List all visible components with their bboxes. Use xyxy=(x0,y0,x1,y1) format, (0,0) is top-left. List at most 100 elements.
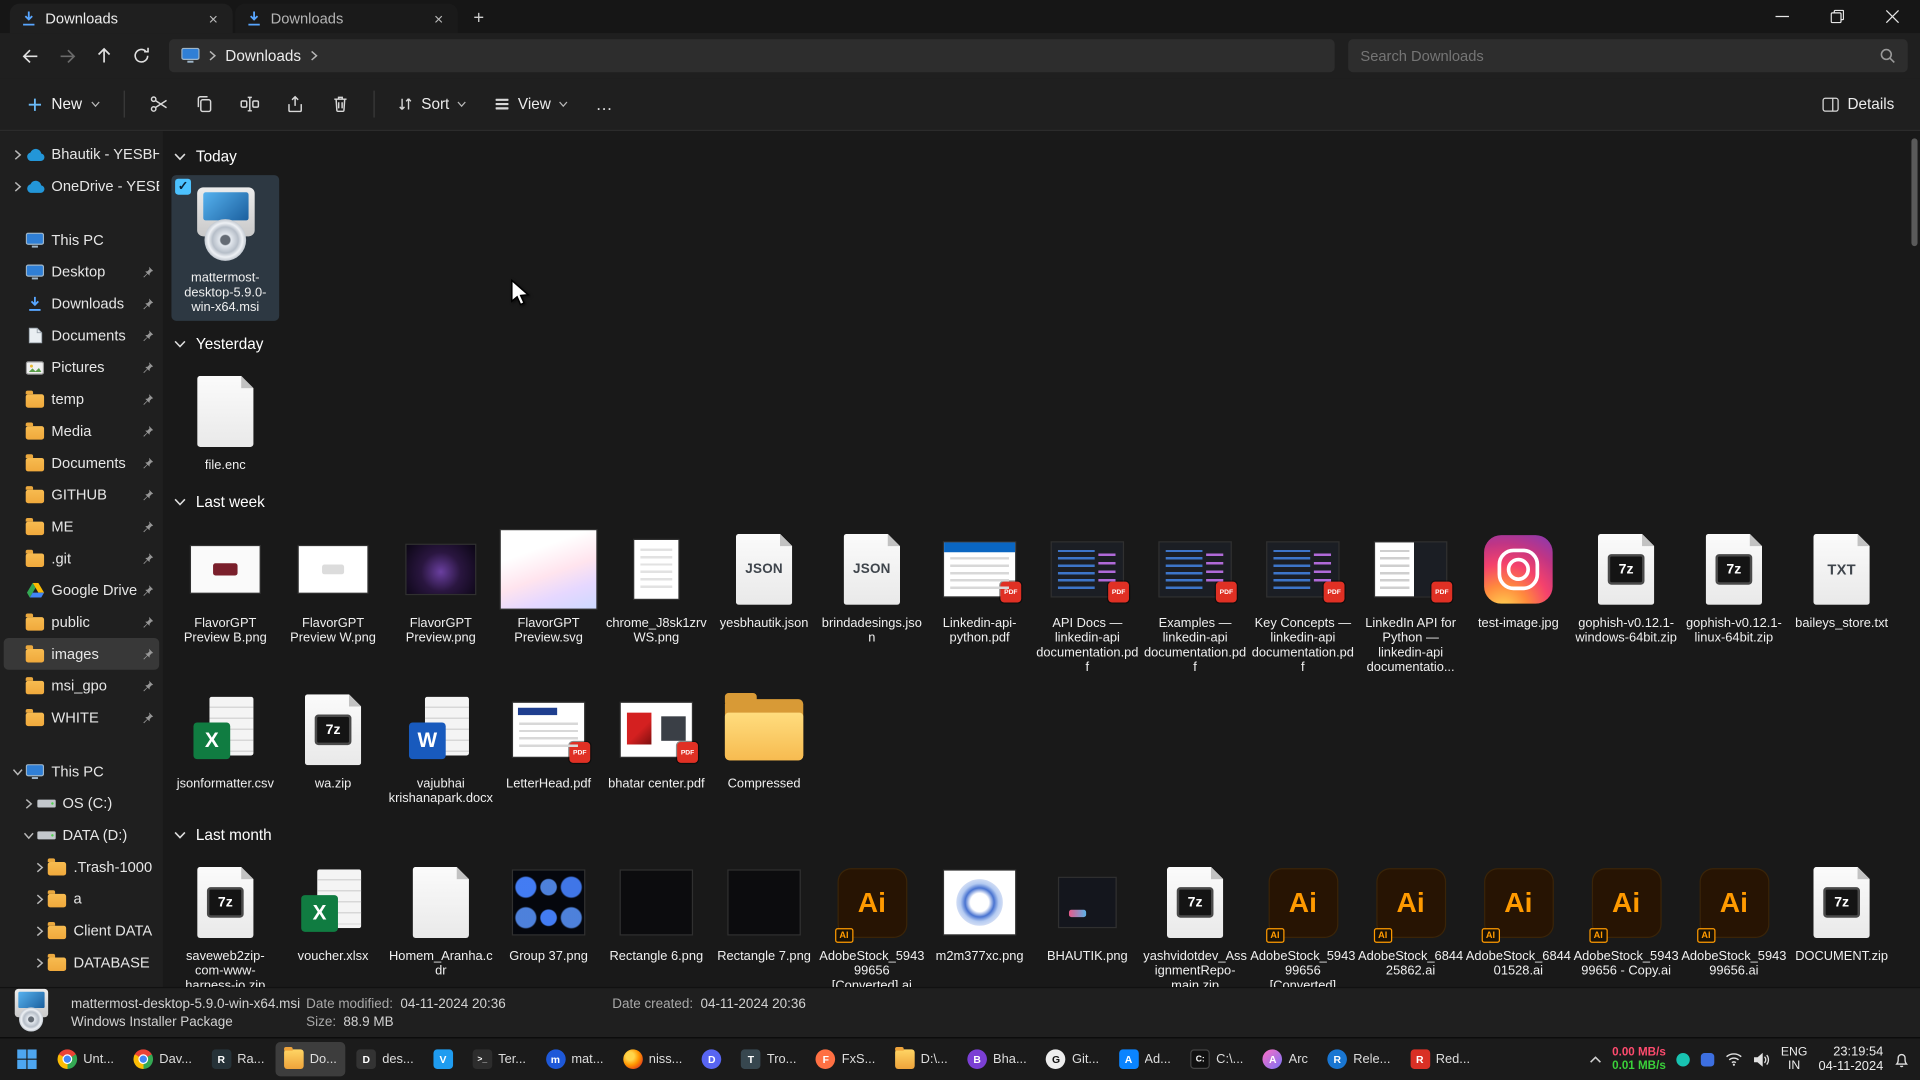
file-item-vajubhai-krishanapark-docx[interactable]: Wvajubhai krishanapark.docx xyxy=(387,681,495,812)
chevron-right-icon[interactable] xyxy=(32,893,47,904)
file-item-adobestock-594399656-copy-ai[interactable]: AiAIAdobeStock_594399656 - Copy.ai xyxy=(1572,853,1680,984)
file-item-api-docs-linkedin-api-documentation-pdf[interactable]: PDFAPI Docs — linkedin-api documentation… xyxy=(1033,520,1141,680)
sidebar-item-public[interactable]: public xyxy=(4,606,160,638)
sidebar-item-pictures[interactable]: Pictures xyxy=(4,351,160,383)
file-item-test-image-jpg[interactable]: test-image.jpg xyxy=(1464,520,1572,636)
taskbar-item-unt[interactable]: Unt... xyxy=(49,1042,123,1076)
file-item-baileys-store-txt[interactable]: TXTbaileys_store.txt xyxy=(1788,520,1896,636)
chevron-right-icon[interactable] xyxy=(32,925,47,936)
clock[interactable]: 23:19:54 04-11-2024 xyxy=(1818,1044,1883,1075)
sidebar-item-bhautik-yesbh[interactable]: Bhautik - YESBH xyxy=(4,138,160,170)
search-input[interactable] xyxy=(1360,47,1879,64)
hidden-icons-chevron-icon[interactable] xyxy=(1589,1055,1601,1064)
file-item-mattermost-desktop-5-9-0-win-x64-msi[interactable]: ✓mattermost-desktop-5.9.0-win-x64.msi xyxy=(171,175,279,321)
file-item-flavorgpt-preview-png[interactable]: FlavorGPT Preview.png xyxy=(387,520,495,651)
file-item-voucher-xlsx[interactable]: Xvoucher.xlsx xyxy=(279,853,387,969)
sidebar-item-media[interactable]: Media xyxy=(4,415,160,447)
group-header-last-month[interactable]: Last month xyxy=(174,823,1908,847)
file-item-compressed[interactable]: Compressed xyxy=(710,681,818,797)
file-item-flavorgpt-preview-w-png[interactable]: FlavorGPT Preview W.png xyxy=(279,520,387,651)
sidebar-item-me[interactable]: ME xyxy=(4,511,160,543)
new-button[interactable]: New xyxy=(15,88,113,120)
file-item-homem-aranha-cdr[interactable]: Homem_Aranha.cdr xyxy=(387,853,495,984)
taskbar-item-bha[interactable]: BBha... xyxy=(959,1042,1035,1076)
chevron-right-icon[interactable] xyxy=(32,957,47,968)
file-item-adobestock-594399656-converted-ai[interactable]: AiAIAdobeStock_594399656 [Converted].ai xyxy=(818,853,926,986)
sidebar-item-this-pc[interactable]: This PC xyxy=(4,756,160,788)
sidebar-item-documents[interactable]: Documents xyxy=(4,320,160,352)
sidebar-item-data-d[interactable]: DATA (D:) xyxy=(4,819,160,851)
taskbar-item-d[interactable]: D:\... xyxy=(886,1042,956,1076)
file-item-wa-zip[interactable]: 7zwa.zip xyxy=(279,681,387,797)
taskbar-item-ad[interactable]: AAd... xyxy=(1110,1042,1179,1076)
chevron-right-icon[interactable] xyxy=(10,181,25,192)
file-item-group-37-png[interactable]: Group 37.png xyxy=(495,853,603,969)
scrollbar-thumb[interactable] xyxy=(1911,138,1917,246)
sidebar-item-downloads[interactable]: Downloads xyxy=(4,288,160,320)
sidebar-item-google-drive[interactable]: Google Drive xyxy=(4,574,160,606)
search-box[interactable] xyxy=(1348,39,1908,72)
file-item-document-zip[interactable]: 7zDOCUMENT.zip xyxy=(1788,853,1896,969)
sidebar-item-client-data[interactable]: Client DATA xyxy=(4,915,160,947)
taskbar-item-tro[interactable]: TTro... xyxy=(733,1042,805,1076)
file-item-key-concepts-linkedin-api-documentation-pdf[interactable]: PDFKey Concepts — linkedin-api documenta… xyxy=(1249,520,1357,680)
close-button[interactable] xyxy=(1865,0,1920,33)
share-button[interactable] xyxy=(272,86,317,123)
file-item-rectangle-6-png[interactable]: Rectangle 6.png xyxy=(602,853,710,969)
sidebar-item-images[interactable]: images xyxy=(4,638,160,670)
file-item-letterhead-pdf[interactable]: PDFLetterHead.pdf xyxy=(495,681,603,797)
sidebar-item-git[interactable]: .git xyxy=(4,542,160,574)
copy-button[interactable] xyxy=(181,86,226,123)
network-speed-monitor[interactable]: 0.00 MB/s 0.01 MB/s xyxy=(1612,1046,1666,1073)
sidebar-item-a[interactable]: a xyxy=(4,883,160,915)
file-item-flavorgpt-preview-b-png[interactable]: FlavorGPT Preview B.png xyxy=(171,520,279,651)
minimize-button[interactable] xyxy=(1755,0,1810,33)
file-item-gophish-v0-12-1-windows-64bit-zip[interactable]: 7zgophish-v0.12.1-windows-64bit.zip xyxy=(1572,520,1680,651)
file-item-saveweb2zip-com-www-harness-io-zip[interactable]: 7zsaveweb2zip-com-www-harness-io.zip xyxy=(171,853,279,986)
refresh-button[interactable] xyxy=(122,39,159,73)
wifi-icon[interactable] xyxy=(1726,1052,1743,1067)
tab-close-icon[interactable]: × xyxy=(430,10,447,26)
file-item-linkedin-api-for-python-linkedin-api-documentatio[interactable]: PDFLinkedIn API for Python — linkedin-ap… xyxy=(1357,520,1465,680)
file-item-m2m377xc-png[interactable]: m2m377xc.png xyxy=(926,853,1034,969)
file-item-brindadesings-json[interactable]: JSONbrindadesings.json xyxy=(818,520,926,651)
sidebar-item-this-pc[interactable]: This PC xyxy=(4,224,160,256)
language-indicator[interactable]: ENG IN xyxy=(1781,1045,1808,1073)
tab-close-icon[interactable]: × xyxy=(205,10,222,26)
rename-button[interactable] xyxy=(227,86,272,123)
file-item-bhautik-png[interactable]: BHAUTIK.png xyxy=(1033,853,1141,969)
sidebar-item-desktop[interactable]: Desktop xyxy=(4,256,160,288)
maximize-button[interactable] xyxy=(1810,0,1865,33)
file-item-jsonformatter-csv[interactable]: Xjsonformatter.csv xyxy=(171,681,279,797)
taskbar-item-red[interactable]: RRed... xyxy=(1401,1042,1478,1076)
details-toggle-button[interactable]: Details xyxy=(1811,88,1906,120)
chevron-right-icon[interactable] xyxy=(32,861,47,872)
tray-app-icon[interactable] xyxy=(1677,1052,1690,1065)
file-item-yesbhautik-json[interactable]: JSONyesbhautik.json xyxy=(710,520,818,636)
file-item-gophish-v0-12-1-linux-64bit-zip[interactable]: 7zgophish-v0.12.1-linux-64bit.zip xyxy=(1680,520,1788,651)
breadcrumb-chevron-icon[interactable] xyxy=(310,50,319,61)
taskbar-item-niss[interactable]: niss... xyxy=(615,1042,691,1076)
sidebar-item-white[interactable]: WHITE xyxy=(4,702,160,734)
breadcrumb-chevron-icon[interactable] xyxy=(208,50,217,61)
chevron-right-icon[interactable] xyxy=(10,149,25,160)
sidebar-item-temp[interactable]: temp xyxy=(4,383,160,415)
volume-icon[interactable] xyxy=(1754,1052,1770,1065)
sidebar-item-onedrive-yese[interactable]: OneDrive - YESE xyxy=(4,170,160,202)
taskbar-item-dav[interactable]: Dav... xyxy=(125,1042,200,1076)
file-item-flavorgpt-preview-svg[interactable]: FlavorGPT Preview.svg xyxy=(495,520,603,651)
file-item-file-enc[interactable]: file.enc xyxy=(171,362,279,478)
delete-button[interactable] xyxy=(317,86,362,123)
file-item-chrome-j8sk1zrvws-png[interactable]: chrome_J8sk1zrvWS.png xyxy=(602,520,710,651)
taskbar-item-fxs[interactable]: FFxS... xyxy=(807,1042,883,1076)
sidebar-item-trash-1000[interactable]: .Trash-1000 xyxy=(4,851,160,883)
file-item-adobestock-684401528-ai[interactable]: AiAIAdobeStock_684401528.ai xyxy=(1464,853,1572,984)
file-item-yashvidotdev-assignmentrepo-main-zip[interactable]: 7zyashvidotdev_AssignmentRepo-main.zip xyxy=(1141,853,1249,986)
taskbar-item-git[interactable]: GGit... xyxy=(1038,1042,1108,1076)
file-item-rectangle-7-png[interactable]: Rectangle 7.png xyxy=(710,853,818,969)
taskbar-item-rele[interactable]: RRele... xyxy=(1319,1042,1399,1076)
file-item-adobestock-594399656-ai[interactable]: AiAIAdobeStock_594399656.ai xyxy=(1680,853,1788,984)
taskbar-item-ter[interactable]: >_Ter... xyxy=(464,1042,535,1076)
tab-downloads[interactable]: Downloads× xyxy=(10,4,233,33)
group-header-last-week[interactable]: Last week xyxy=(174,490,1908,514)
